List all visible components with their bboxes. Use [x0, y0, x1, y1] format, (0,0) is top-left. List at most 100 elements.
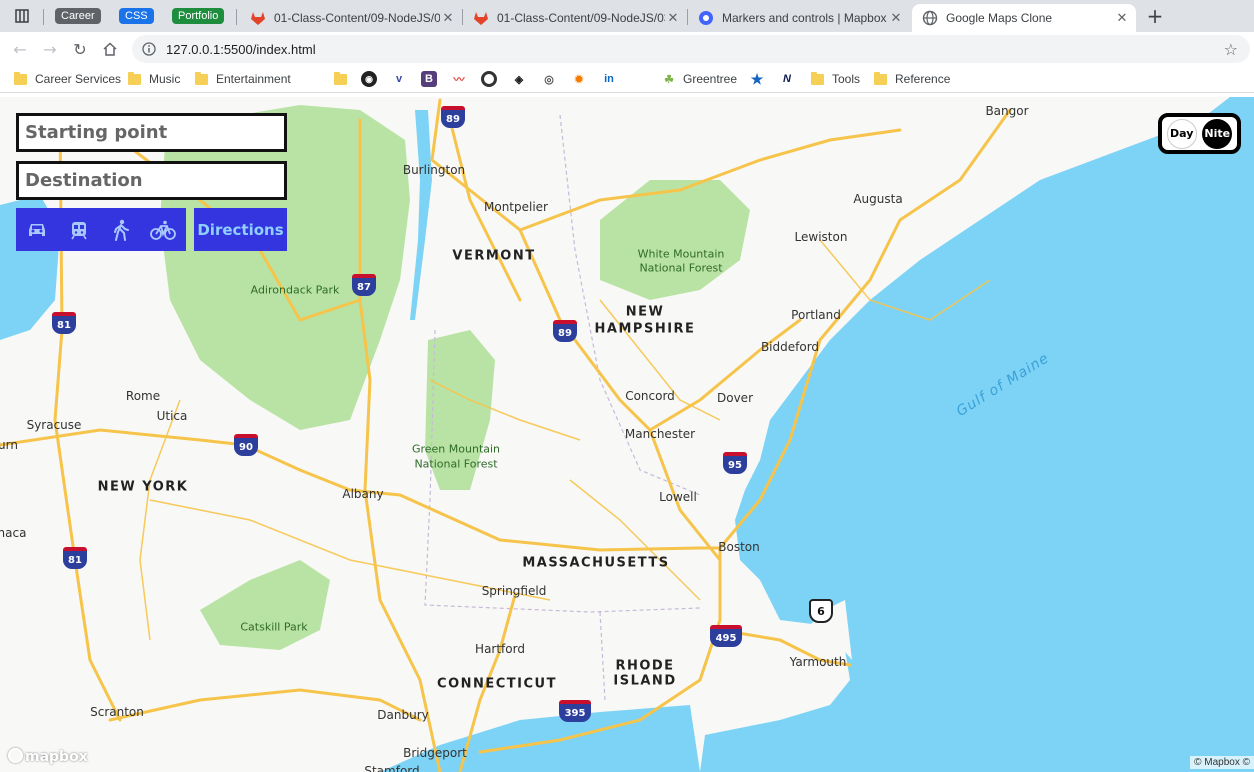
bookmark-reference[interactable]: Reference	[874, 70, 950, 88]
car-icon[interactable]	[16, 208, 58, 251]
bookmark-star[interactable]: ★	[749, 70, 765, 88]
globe-icon	[922, 10, 938, 26]
bookmark-entertainment[interactable]: Entertainment	[195, 70, 291, 88]
city-label: Burlington	[402, 163, 466, 177]
city-label: urn	[0, 438, 18, 452]
tab-google-maps-clone[interactable]: Google Maps Clone ✕	[912, 4, 1136, 32]
address-bar[interactable]: 127.0.0.1:5500/index.html ☆	[132, 35, 1250, 63]
ring-icon	[481, 71, 497, 87]
tab-search-icon[interactable]	[14, 6, 30, 26]
folder-icon	[14, 71, 27, 85]
directions-button[interactable]: Directions	[194, 208, 287, 251]
tab-nodejs-02[interactable]: 01-Class-Content/09-NodeJS/02 ✕	[240, 4, 462, 32]
bookmark-codepen[interactable]: ◈	[511, 70, 527, 88]
spiral-icon: ◎	[544, 73, 554, 86]
github-icon: ◉	[361, 71, 377, 87]
back-icon[interactable]: ←	[9, 38, 31, 60]
park-label: National Forest	[414, 457, 498, 471]
interstate-shield: 90	[234, 434, 258, 456]
v-icon: v	[395, 73, 403, 85]
interstate-shield: 95	[723, 452, 747, 474]
folder-icon	[874, 71, 887, 85]
bookmark-wave[interactable]: 〰	[451, 70, 467, 88]
city-label: Concord	[625, 389, 675, 403]
bookmark-label: Career Services	[35, 72, 122, 86]
folder-icon	[195, 71, 208, 85]
day-nite-toggle[interactable]: Day Nite	[1158, 113, 1241, 154]
park-label: Catskill Park	[240, 620, 308, 634]
state-label: NEW YORK	[97, 479, 189, 495]
greentree-icon: ☘	[664, 73, 674, 86]
bookmark-tools[interactable]: Tools	[811, 70, 860, 88]
starting-point-input[interactable]	[16, 113, 287, 152]
mapbox-logo-text: mapbox	[25, 749, 88, 765]
walk-icon[interactable]	[100, 208, 142, 251]
city-label: Yarmouth	[789, 655, 847, 669]
reload-icon[interactable]: ↻	[69, 38, 91, 60]
mapbox-logo[interactable]: mapbox	[8, 748, 88, 765]
navigation-bar: ← → ↻ 127.0.0.1:5500/index.html ☆	[0, 32, 1254, 65]
close-icon[interactable]: ✕	[888, 10, 904, 26]
state-label: HAMPSHIRE	[594, 321, 696, 337]
day-button[interactable]: Day	[1166, 118, 1197, 149]
bookmark-star-icon[interactable]: ☆	[1224, 40, 1238, 59]
folder-icon	[128, 71, 141, 85]
close-icon[interactable]: ✕	[1114, 10, 1130, 26]
nite-button[interactable]: Nite	[1202, 118, 1233, 149]
city-label: Boston	[718, 540, 760, 554]
interstate-shield: 87	[352, 274, 376, 296]
city-label: Syracuse	[26, 418, 82, 432]
bookmark-github[interactable]: ◉	[361, 70, 377, 88]
pinned-tab-career[interactable]: Career	[55, 6, 101, 26]
bookmark-label: Reference	[895, 72, 951, 86]
bookmark-spiral[interactable]: ◎	[541, 70, 557, 88]
pinned-tab-css[interactable]: CSS	[119, 6, 154, 26]
transit-icon[interactable]	[58, 208, 100, 251]
tab-nodejs-03[interactable]: 01-Class-Content/09-NodeJS/03 ✕	[463, 4, 687, 32]
linkedin-icon: in	[604, 73, 614, 85]
tab-title: 01-Class-Content/09-NodeJS/02	[274, 11, 440, 25]
interstate-shield: 495	[710, 625, 742, 647]
city-label: Rome	[125, 389, 161, 403]
adirondack-park	[160, 105, 410, 430]
forward-icon[interactable]: →	[39, 38, 61, 60]
tab-strip: Career CSS Portfolio 01-Class-Content/09…	[0, 0, 1254, 32]
pinned-tab-portfolio[interactable]: Portfolio	[172, 6, 225, 26]
city-label: Montpelier	[484, 200, 548, 214]
new-tab-button[interactable]: +	[1144, 4, 1166, 28]
city-label: Hartford	[475, 642, 525, 656]
travel-mode-bar	[16, 208, 186, 251]
map-attribution[interactable]: © Mapbox ©	[1190, 756, 1254, 769]
folder-icon	[334, 71, 347, 85]
bookmark-linkedin[interactable]: in	[601, 70, 617, 88]
info-icon[interactable]	[142, 42, 156, 56]
close-icon[interactable]: ✕	[440, 10, 456, 26]
bookmark-music[interactable]: Music	[128, 70, 180, 88]
destination-input[interactable]	[16, 161, 287, 200]
pinned-tab-label: Career	[55, 8, 101, 24]
state-label: CONNECTICUT	[437, 676, 557, 692]
bookmarks-bar: Career Services Music Entertainment ◉ v …	[0, 65, 1254, 93]
bootstrap-icon: B	[421, 71, 437, 87]
bookmark-gear[interactable]: ✹	[571, 70, 587, 88]
bookmark-greentree[interactable]: ☘ Greentree	[661, 70, 737, 88]
bookmark-vue[interactable]: v	[391, 70, 407, 88]
bookmark-folder[interactable]	[334, 70, 355, 88]
codepen-icon: ◈	[514, 73, 524, 86]
state-border	[599, 611, 606, 701]
gitlab-icon	[474, 12, 488, 25]
city-label: Lowell	[659, 490, 697, 504]
park-label: National Forest	[639, 261, 723, 275]
interstate-shield: 81	[63, 547, 87, 569]
bike-icon[interactable]	[142, 208, 184, 251]
state-label: MASSACHUSETTS	[522, 555, 670, 571]
bookmark-bootstrap[interactable]: B	[421, 70, 437, 88]
interstate-shield: 89	[553, 320, 577, 342]
bookmark-career-services[interactable]: Career Services	[14, 70, 121, 88]
home-icon[interactable]	[99, 38, 121, 60]
tab-mapbox-markers[interactable]: Markers and controls | Mapbox G ✕	[688, 4, 910, 32]
bookmark-n[interactable]: N	[779, 70, 795, 88]
close-icon[interactable]: ✕	[665, 10, 681, 26]
bookmark-ring[interactable]	[481, 70, 497, 88]
bookmark-label: Entertainment	[216, 72, 291, 86]
